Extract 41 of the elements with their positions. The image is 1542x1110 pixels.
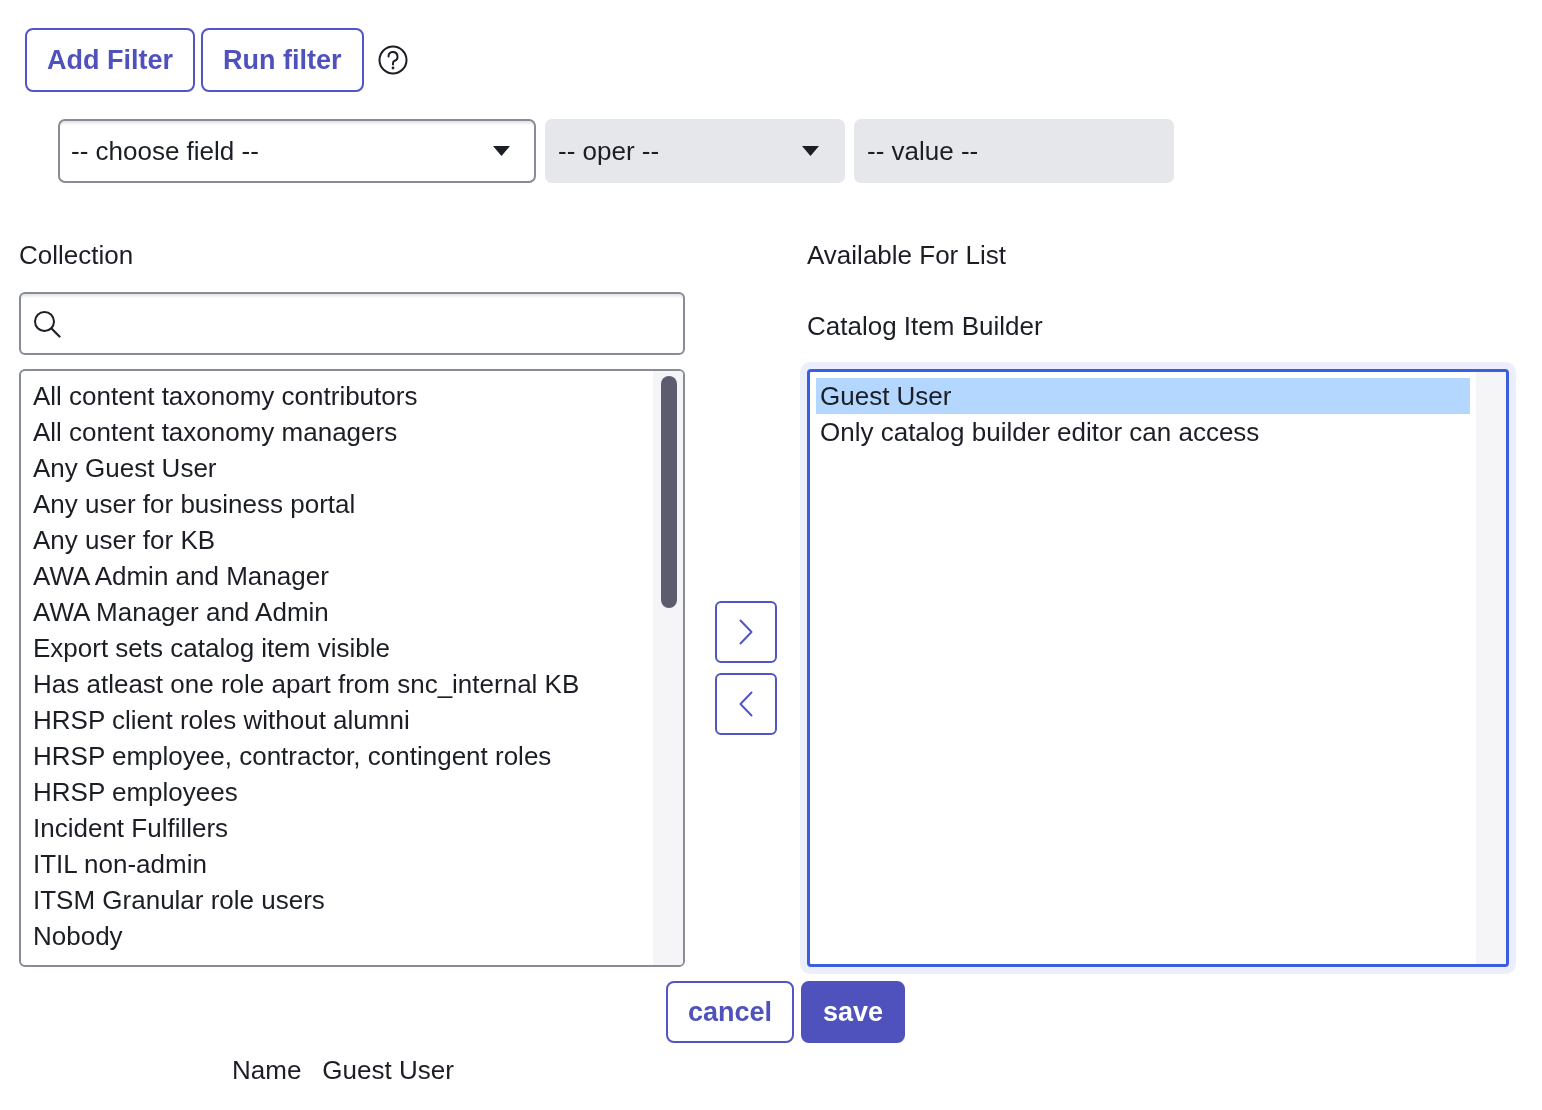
move-left-button[interactable] (715, 673, 777, 735)
field-label: Name (232, 1055, 302, 1085)
collection-label: Collection (19, 239, 135, 271)
list-item[interactable]: AWA Admin and Manager (21, 558, 653, 594)
list-item[interactable]: Any Guest User (21, 450, 653, 486)
run-filter-button[interactable]: Run filter (201, 28, 364, 92)
list-item[interactable]: All content taxonomy contributors (21, 378, 653, 414)
field-value: Guest User (322, 1055, 454, 1085)
chevron-right-icon (739, 619, 753, 645)
list-item[interactable]: Only catalog builder editor can access (816, 414, 1470, 450)
list-item[interactable]: ITSM Granular role users (21, 882, 653, 918)
list-item[interactable]: ITIL non-admin (21, 846, 653, 882)
field-select[interactable]: -- choose field -- (58, 119, 536, 183)
scrollbar-thumb[interactable] (661, 376, 677, 608)
list-item[interactable]: HRSP client roles without alumni (21, 702, 653, 738)
list-item[interactable]: AWA Manager and Admin (21, 594, 653, 630)
list-item[interactable]: Any user for KB (21, 522, 653, 558)
list-item[interactable]: Nobody (21, 918, 653, 954)
search-icon (33, 309, 61, 338)
list-item[interactable]: HRSP employee, contractor, contingent roles (21, 738, 653, 774)
search-field[interactable] (19, 292, 685, 355)
list-item[interactable]: Has atleast one role apart from snc_internal KB (21, 666, 653, 702)
save-button[interactable]: save (801, 981, 906, 1043)
help-icon[interactable] (377, 45, 408, 75)
add-filter-button[interactable]: Add Filter (25, 28, 195, 92)
list-item[interactable]: Export sets catalog item visible (21, 630, 653, 666)
chevron-left-icon (739, 691, 753, 717)
list-item[interactable]: HRSP employees (21, 774, 653, 810)
list-title: Catalog Item Builder (807, 310, 1044, 342)
list-item[interactable]: Any user for business portal (21, 486, 653, 522)
collection-list[interactable] (19, 369, 685, 967)
list-item[interactable]: All content taxonomy managers (21, 414, 653, 450)
list-item[interactable]: Guest User (816, 378, 1470, 414)
caret-icon (802, 146, 819, 156)
available-label: Available For List (807, 239, 1007, 271)
move-right-button[interactable] (715, 601, 777, 663)
caret-icon (493, 146, 510, 156)
scrollbar-track[interactable] (1476, 372, 1506, 964)
list-item[interactable]: Incident Fulfillers (21, 810, 653, 846)
cancel-button[interactable]: cancel (666, 981, 795, 1043)
scrollbar-track[interactable] (653, 371, 683, 965)
